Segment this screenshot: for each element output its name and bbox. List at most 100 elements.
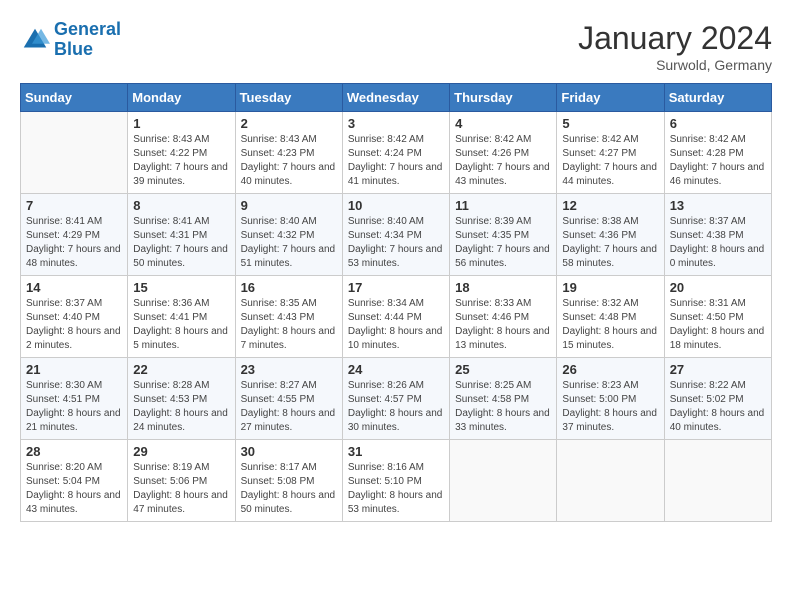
calendar-day-cell: 24 Sunrise: 8:26 AMSunset: 4:57 PMDayligh… (342, 358, 449, 440)
calendar-week-row: 28 Sunrise: 8:20 AMSunset: 5:04 PMDayligh… (21, 440, 772, 522)
calendar-day-cell: 11 Sunrise: 8:39 AMSunset: 4:35 PMDayligh… (450, 194, 557, 276)
day-number: 16 (241, 280, 337, 295)
calendar-day-cell: 18Sunrise: 8:33 AMSunset: 4:46 PMDayligh… (450, 276, 557, 358)
day-info: Sunrise: 8:20 AMSunset: 5:04 PMDaylight:… (26, 461, 122, 517)
day-number: 4 (455, 116, 551, 131)
calendar-day-cell: 7 Sunrise: 8:41 AMSunset: 4:29 PMDaylight… (21, 194, 128, 276)
calendar-day-cell: 16 Sunrise: 8:35 AMSunset: 4:43 PMDayligh… (235, 276, 342, 358)
calendar-day-cell: 13 Sunrise: 8:37 AMSunset: 4:38 PMDayligh… (664, 194, 771, 276)
weekday-header: Thursday (450, 84, 557, 112)
calendar-day-cell: 5 Sunrise: 8:42 AMSunset: 4:27 PMDaylight… (557, 112, 664, 194)
calendar-day-cell (664, 440, 771, 522)
day-number: 7 (26, 198, 122, 213)
day-info: Sunrise: 8:39 AMSunset: 4:35 PMDaylight:… (455, 215, 551, 271)
day-info: Sunrise: 8:42 AMSunset: 4:27 PMDaylight:… (562, 133, 658, 189)
day-info: Sunrise: 8:35 AMSunset: 4:43 PMDaylight:… (241, 297, 337, 353)
calendar-day-cell: 28 Sunrise: 8:20 AMSunset: 5:04 PMDayligh… (21, 440, 128, 522)
day-info: Sunrise: 8:36 AMSunset: 4:41 PMDaylight:… (133, 297, 229, 353)
calendar-week-row: 7 Sunrise: 8:41 AMSunset: 4:29 PMDaylight… (21, 194, 772, 276)
day-info: Sunrise: 8:25 AMSunset: 4:58 PMDaylight:… (455, 379, 551, 435)
day-info: Sunrise: 8:23 AMSunset: 5:00 PMDaylight:… (562, 379, 658, 435)
day-number: 5 (562, 116, 658, 131)
logo-icon (20, 25, 50, 55)
day-number: 28 (26, 444, 122, 459)
calendar-day-cell: 2Sunrise: 8:43 AMSunset: 4:23 PMDaylight… (235, 112, 342, 194)
calendar-day-cell: 9Sunrise: 8:40 AMSunset: 4:32 PMDaylight… (235, 194, 342, 276)
calendar-day-cell: 31 Sunrise: 8:16 AMSunset: 5:10 PMDayligh… (342, 440, 449, 522)
day-number: 22 (133, 362, 229, 377)
day-number: 19 (562, 280, 658, 295)
day-number: 14 (26, 280, 122, 295)
day-info: Sunrise: 8:22 AMSunset: 5:02 PMDaylight:… (670, 379, 766, 435)
weekday-header: Friday (557, 84, 664, 112)
calendar-day-cell: 21 Sunrise: 8:30 AMSunset: 4:51 PMDayligh… (21, 358, 128, 440)
calendar-day-cell: 17Sunrise: 8:34 AMSunset: 4:44 PMDayligh… (342, 276, 449, 358)
logo-text: General Blue (54, 20, 121, 60)
calendar-day-cell: 12 Sunrise: 8:38 AMSunset: 4:36 PMDayligh… (557, 194, 664, 276)
calendar-week-row: 1 Sunrise: 8:43 AMSunset: 4:22 PMDaylight… (21, 112, 772, 194)
calendar-week-row: 14 Sunrise: 8:37 AMSunset: 4:40 PMDayligh… (21, 276, 772, 358)
day-number: 29 (133, 444, 229, 459)
logo: General Blue (20, 20, 121, 60)
day-number: 21 (26, 362, 122, 377)
day-info: Sunrise: 8:27 AMSunset: 4:55 PMDaylight:… (241, 379, 337, 435)
day-info: Sunrise: 8:38 AMSunset: 4:36 PMDaylight:… (562, 215, 658, 271)
title-block: January 2024 Surwold, Germany (578, 20, 772, 73)
day-info: Sunrise: 8:43 AMSunset: 4:22 PMDaylight:… (133, 133, 229, 189)
day-number: 3 (348, 116, 444, 131)
day-number: 12 (562, 198, 658, 213)
day-info: Sunrise: 8:34 AMSunset: 4:44 PMDaylight:… (348, 297, 444, 353)
day-number: 10 (348, 198, 444, 213)
weekday-header: Saturday (664, 84, 771, 112)
calendar-day-cell (21, 112, 128, 194)
day-number: 2 (241, 116, 337, 131)
calendar-day-cell: 10 Sunrise: 8:40 AMSunset: 4:34 PMDayligh… (342, 194, 449, 276)
weekday-header: Sunday (21, 84, 128, 112)
calendar-day-cell: 30Sunrise: 8:17 AMSunset: 5:08 PMDayligh… (235, 440, 342, 522)
calendar-day-cell: 14 Sunrise: 8:37 AMSunset: 4:40 PMDayligh… (21, 276, 128, 358)
calendar-day-cell: 15 Sunrise: 8:36 AMSunset: 4:41 PMDayligh… (128, 276, 235, 358)
day-info: Sunrise: 8:42 AMSunset: 4:24 PMDaylight:… (348, 133, 444, 189)
calendar-day-cell: 27 Sunrise: 8:22 AMSunset: 5:02 PMDayligh… (664, 358, 771, 440)
calendar-day-cell: 4 Sunrise: 8:42 AMSunset: 4:26 PMDaylight… (450, 112, 557, 194)
calendar-day-cell (450, 440, 557, 522)
weekday-header: Wednesday (342, 84, 449, 112)
location-subtitle: Surwold, Germany (578, 57, 772, 73)
day-info: Sunrise: 8:26 AMSunset: 4:57 PMDaylight:… (348, 379, 444, 435)
calendar-day-cell: 6Sunrise: 8:42 AMSunset: 4:28 PMDaylight… (664, 112, 771, 194)
day-number: 27 (670, 362, 766, 377)
day-number: 25 (455, 362, 551, 377)
day-number: 13 (670, 198, 766, 213)
day-info: Sunrise: 8:16 AMSunset: 5:10 PMDaylight:… (348, 461, 444, 517)
day-info: Sunrise: 8:19 AMSunset: 5:06 PMDaylight:… (133, 461, 229, 517)
day-number: 9 (241, 198, 337, 213)
day-number: 30 (241, 444, 337, 459)
day-number: 31 (348, 444, 444, 459)
day-info: Sunrise: 8:37 AMSunset: 4:38 PMDaylight:… (670, 215, 766, 271)
calendar-day-cell: 25 Sunrise: 8:25 AMSunset: 4:58 PMDayligh… (450, 358, 557, 440)
day-number: 11 (455, 198, 551, 213)
calendar-day-cell: 26 Sunrise: 8:23 AMSunset: 5:00 PMDayligh… (557, 358, 664, 440)
day-number: 23 (241, 362, 337, 377)
day-info: Sunrise: 8:40 AMSunset: 4:34 PMDaylight:… (348, 215, 444, 271)
day-number: 24 (348, 362, 444, 377)
day-number: 26 (562, 362, 658, 377)
calendar-day-cell: 3 Sunrise: 8:42 AMSunset: 4:24 PMDaylight… (342, 112, 449, 194)
day-number: 20 (670, 280, 766, 295)
day-number: 1 (133, 116, 229, 131)
page-header: General Blue January 2024 Surwold, Germa… (20, 20, 772, 73)
calendar-day-cell: 22 Sunrise: 8:28 AMSunset: 4:53 PMDayligh… (128, 358, 235, 440)
month-title: January 2024 (578, 20, 772, 57)
calendar-day-cell: 20Sunrise: 8:31 AMSunset: 4:50 PMDayligh… (664, 276, 771, 358)
day-info: Sunrise: 8:41 AMSunset: 4:29 PMDaylight:… (26, 215, 122, 271)
calendar-day-cell: 29 Sunrise: 8:19 AMSunset: 5:06 PMDayligh… (128, 440, 235, 522)
day-info: Sunrise: 8:28 AMSunset: 4:53 PMDaylight:… (133, 379, 229, 435)
day-info: Sunrise: 8:42 AMSunset: 4:28 PMDaylight:… (670, 133, 766, 189)
day-info: Sunrise: 8:32 AMSunset: 4:48 PMDaylight:… (562, 297, 658, 353)
calendar-table: SundayMondayTuesdayWednesdayThursdayFrid… (20, 83, 772, 522)
calendar-day-cell: 19 Sunrise: 8:32 AMSunset: 4:48 PMDayligh… (557, 276, 664, 358)
day-info: Sunrise: 8:37 AMSunset: 4:40 PMDaylight:… (26, 297, 122, 353)
day-info: Sunrise: 8:30 AMSunset: 4:51 PMDaylight:… (26, 379, 122, 435)
day-info: Sunrise: 8:42 AMSunset: 4:26 PMDaylight:… (455, 133, 551, 189)
day-number: 15 (133, 280, 229, 295)
